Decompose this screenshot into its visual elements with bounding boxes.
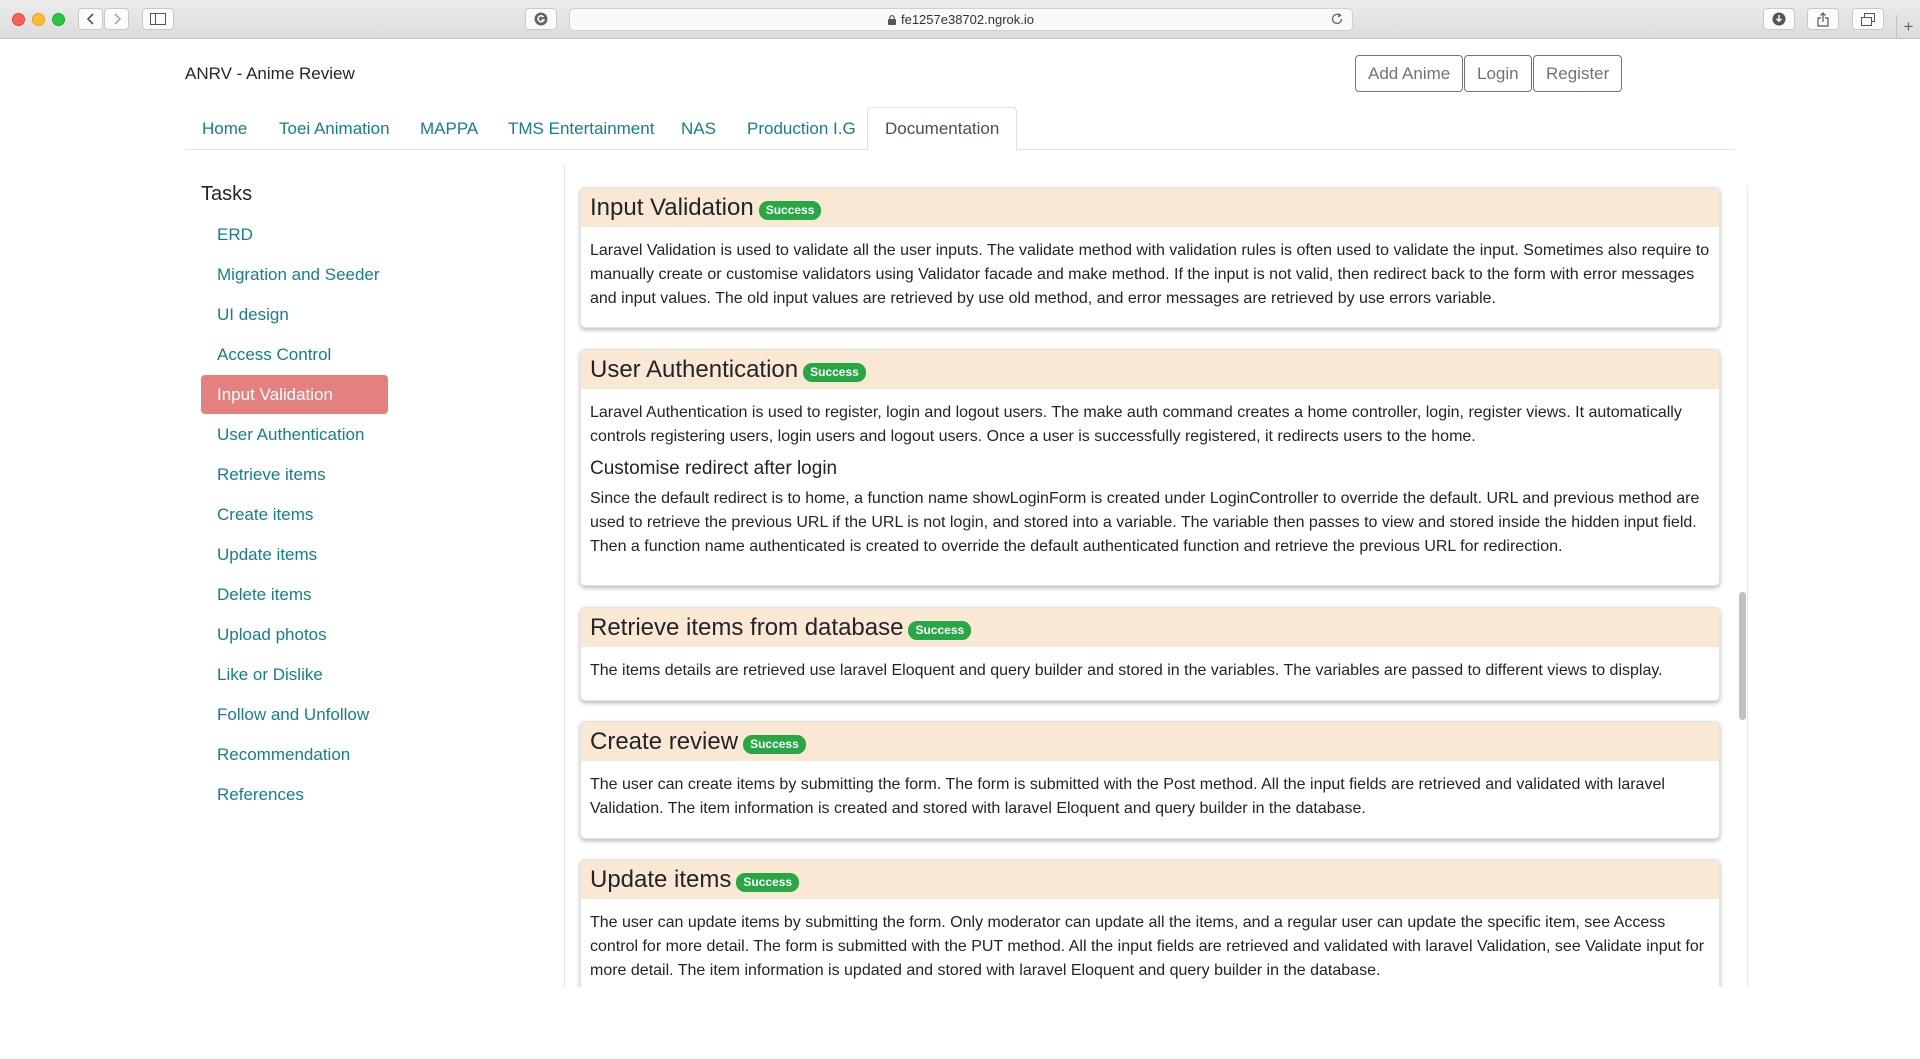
sidebar-item-ui-design[interactable]: UI design xyxy=(201,295,388,334)
new-tab-button[interactable]: + xyxy=(1896,15,1920,38)
card-header: Update items Success xyxy=(581,860,1719,899)
card-text: The user can update items by submitting … xyxy=(590,914,1705,979)
card-title: User Authentication xyxy=(590,355,799,383)
card-retrieve-items: Retrieve items from database Success The… xyxy=(580,607,1720,701)
tab-documentation[interactable]: Documentation xyxy=(867,107,1018,151)
status-badge: Success xyxy=(743,735,806,754)
card-create-review: Create review Success The user can creat… xyxy=(580,721,1720,839)
card-text: The items details are retrieved use lara… xyxy=(590,662,1663,679)
login-button[interactable]: Login xyxy=(1464,55,1532,92)
sidebar-item-create-items[interactable]: Create items xyxy=(201,495,388,534)
add-anime-button[interactable]: Add Anime xyxy=(1355,55,1464,92)
scroll-track-border xyxy=(1747,186,1748,986)
status-badge: Success xyxy=(908,621,972,640)
card-text: Laravel Authentication is used to regist… xyxy=(590,404,1682,445)
downloads-button[interactable] xyxy=(1763,8,1795,30)
status-badge: Success xyxy=(803,363,866,382)
zoom-window-button[interactable] xyxy=(52,13,65,26)
sidebar-item-input-validation[interactable]: Input Validation xyxy=(201,375,388,414)
card-update-items: Update items Success The user can update… xyxy=(580,859,1720,987)
lock-icon xyxy=(887,14,896,25)
sidebar-item-retrieve-items[interactable]: Retrieve items xyxy=(201,455,388,494)
status-badge: Success xyxy=(736,873,800,892)
sidebar-item-access-control[interactable]: Access Control xyxy=(201,335,388,374)
sidebar-item-upload-photos[interactable]: Upload photos xyxy=(201,615,388,654)
card-input-validation: Input Validation Success Laravel Validat… xyxy=(580,187,1720,328)
documentation-content[interactable]: Input Validation Success Laravel Validat… xyxy=(566,165,1749,987)
sidebar-item-erd[interactable]: ERD xyxy=(201,215,388,254)
card-header: Input Validation Success xyxy=(581,188,1719,227)
address-bar[interactable]: fe1257e38702.ngrok.io xyxy=(569,8,1353,31)
tab-home[interactable]: Home xyxy=(185,107,264,150)
sidebar-item-migration-and-seeder[interactable]: Migration and Seeder xyxy=(201,255,388,294)
sidebar-item-follow-and-unfollow[interactable]: Follow and Unfollow xyxy=(201,695,388,734)
sidebar-item-recommendation[interactable]: Recommendation xyxy=(201,735,388,774)
url-text: fe1257e38702.ngrok.io xyxy=(900,12,1034,27)
card-title: Retrieve items from database xyxy=(590,613,904,641)
tab-mappa[interactable]: MAPPA xyxy=(403,107,495,150)
card-subheading: Customise redirect after login xyxy=(590,458,838,479)
tab-toei-animation[interactable]: Toei Animation xyxy=(262,107,407,150)
card-title: Input Validation xyxy=(590,193,754,221)
card-title: Update items xyxy=(590,865,732,893)
tab-nas[interactable]: NAS xyxy=(664,107,733,150)
tab-tms-entertainment[interactable]: TMS Entertainment xyxy=(491,107,671,150)
reload-icon[interactable] xyxy=(1330,12,1344,26)
card-header: Retrieve items from database Success xyxy=(581,608,1719,647)
sidebar-item-references[interactable]: References xyxy=(201,775,388,814)
chevron-left-icon xyxy=(86,13,94,25)
sidebar-toggle-button[interactable] xyxy=(142,8,174,30)
close-window-button[interactable] xyxy=(12,13,25,26)
sidebar-item-like-or-dislike[interactable]: Like or Dislike xyxy=(201,655,388,694)
plus-icon: + xyxy=(1903,16,1914,36)
sidebar-icon xyxy=(150,13,166,25)
content-scrollbar[interactable] xyxy=(1739,592,1746,720)
browser-toolbar: fe1257e38702.ngrok.io + xyxy=(0,0,1920,39)
main-nav-tabs: Home Toei Animation MAPPA TMS Entertainm… xyxy=(185,107,1735,151)
status-badge: Success xyxy=(758,201,822,220)
share-icon xyxy=(1817,11,1829,27)
sidebar-title: Tasks xyxy=(201,183,253,205)
card-title: Create review xyxy=(590,727,739,755)
extension-button[interactable] xyxy=(525,8,557,30)
card-header: Create review Success xyxy=(581,722,1719,761)
minimize-window-button[interactable] xyxy=(32,13,45,26)
sidebar-item-user-authentication[interactable]: User Authentication xyxy=(201,415,388,454)
card-text: The user can create items by submitting … xyxy=(590,776,1665,817)
tabs-icon xyxy=(1861,12,1875,26)
sidebar-item-delete-items[interactable]: Delete items xyxy=(201,575,388,614)
card-header: User Authentication Success xyxy=(581,350,1719,389)
grammarly-icon xyxy=(534,12,548,26)
card-text: Laravel Validation is used to validate a… xyxy=(590,242,1710,307)
brand-title[interactable]: ANRV - Anime Review xyxy=(185,64,355,84)
forward-button[interactable] xyxy=(104,8,129,30)
register-button[interactable]: Register xyxy=(1533,55,1623,92)
content-divider xyxy=(564,165,565,987)
chevron-right-icon xyxy=(113,13,121,25)
tabs-overview-button[interactable] xyxy=(1852,8,1884,30)
back-button[interactable] xyxy=(78,8,103,30)
card-user-authentication: User Authentication Success Laravel Auth… xyxy=(580,349,1720,586)
tab-production-ig[interactable]: Production I.G xyxy=(730,107,873,150)
sidebar-item-update-items[interactable]: Update items xyxy=(201,535,388,574)
download-icon xyxy=(1772,12,1786,26)
share-button[interactable] xyxy=(1807,8,1839,30)
card-subtext: Since the default redirect is to home, a… xyxy=(590,490,1700,555)
